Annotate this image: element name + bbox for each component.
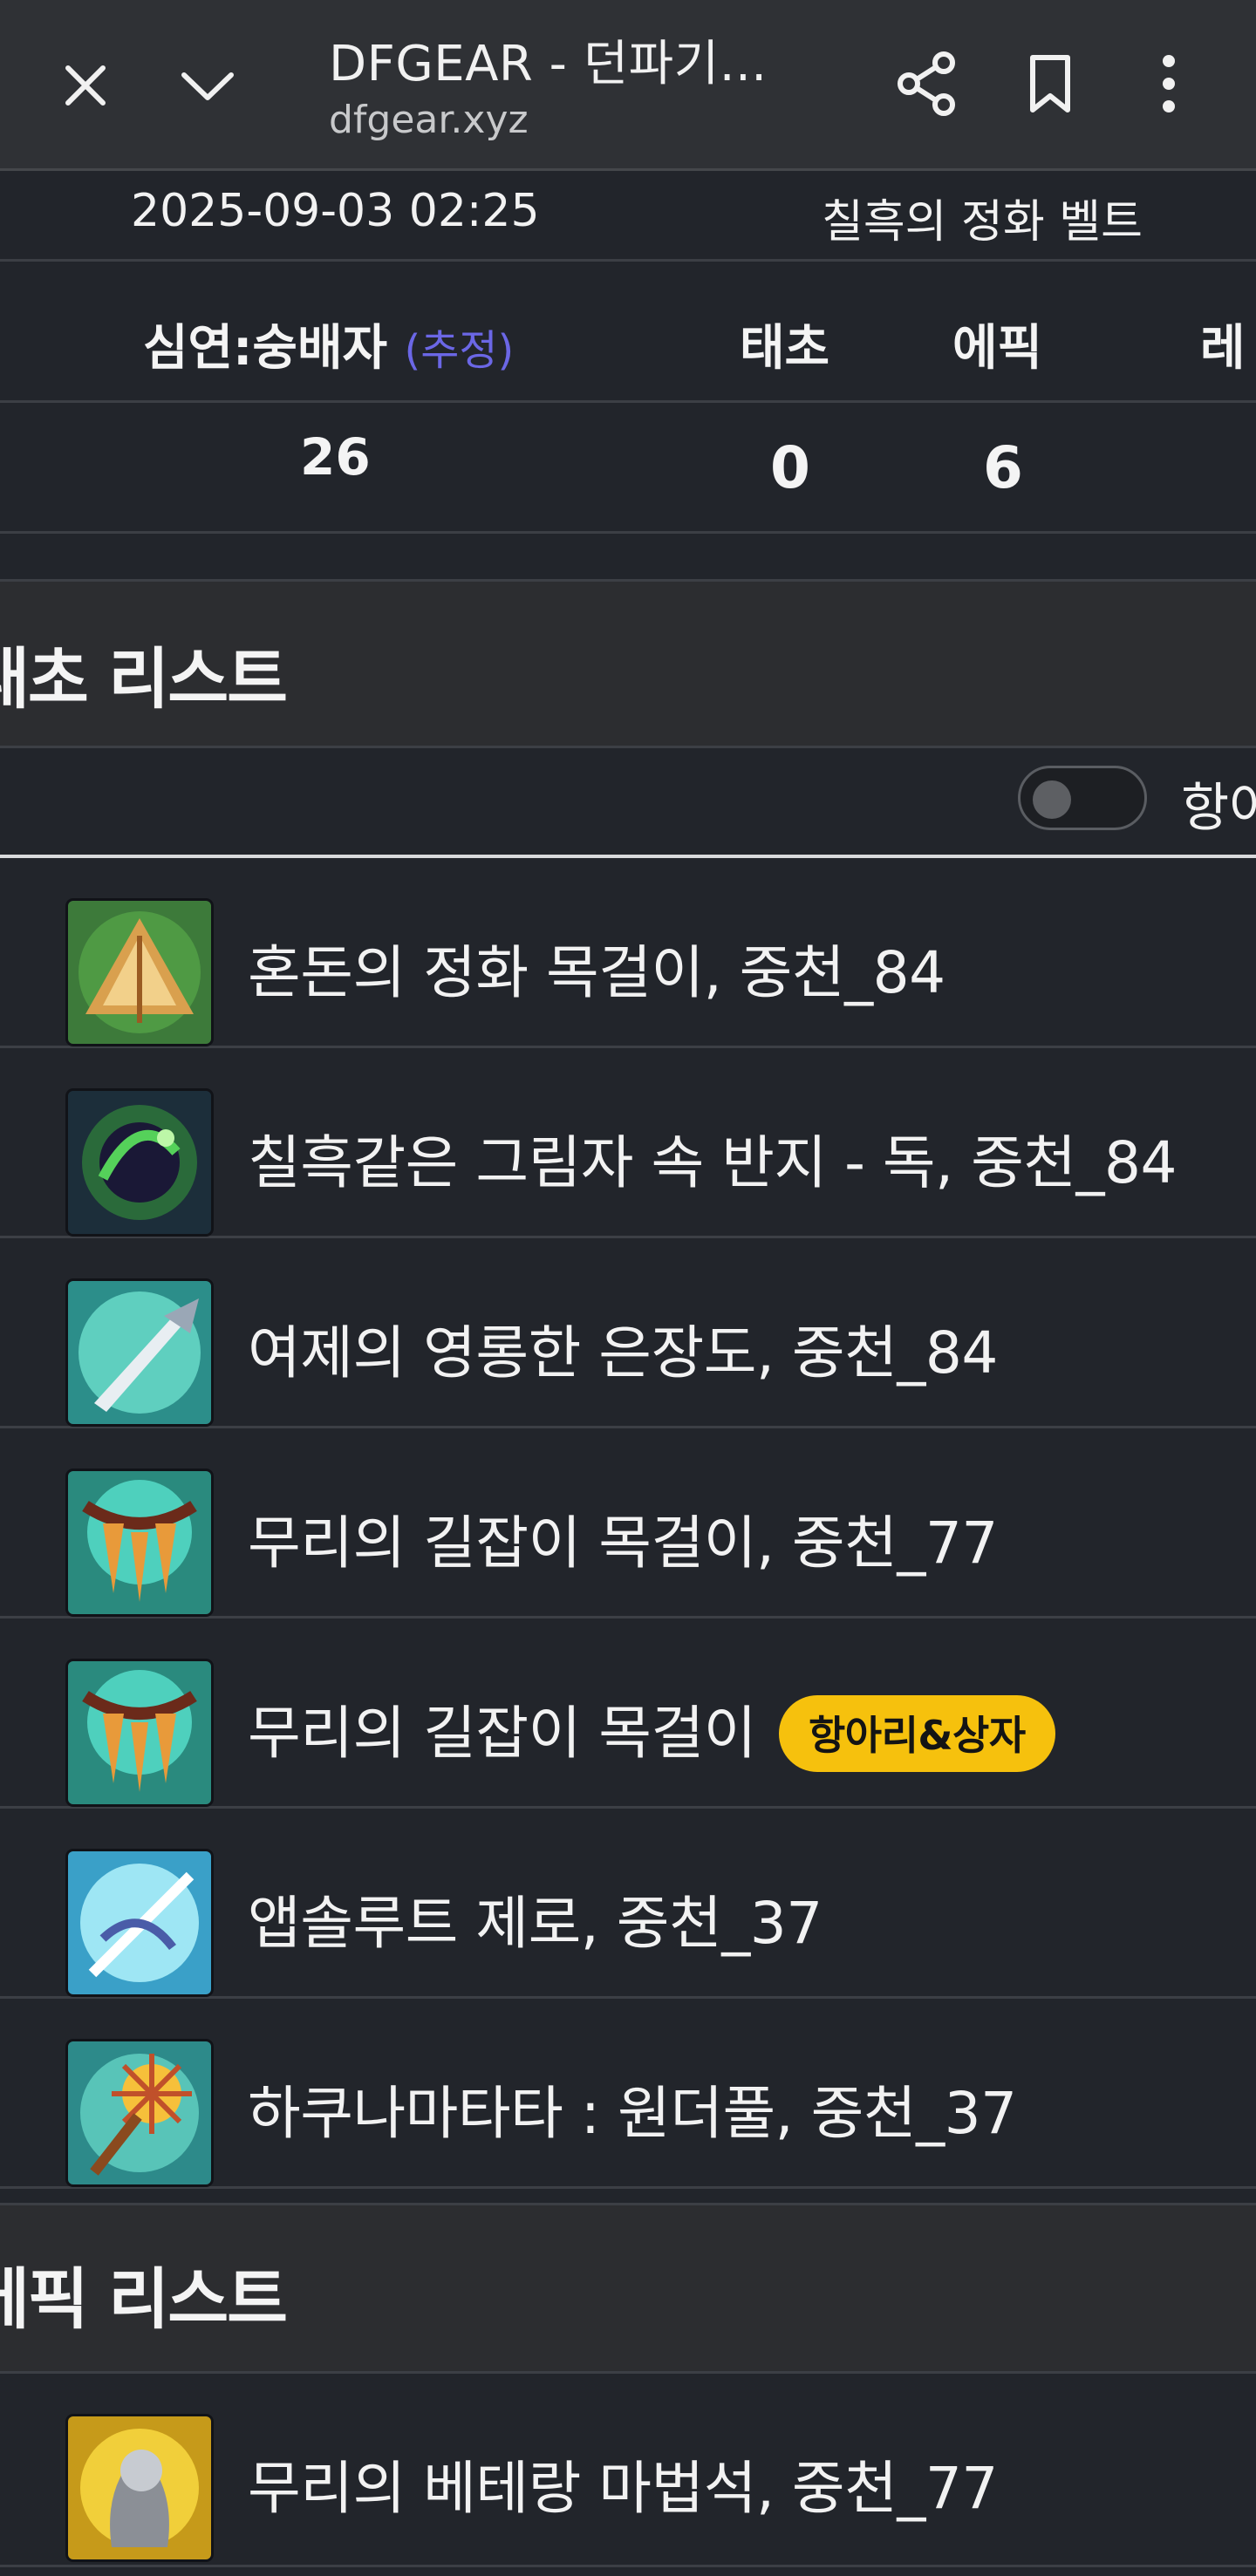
chevron-down-icon[interactable] [167,45,248,126]
summary-date-row: 2025-09-03 02:25 칠흑의 정화 벨트 [0,171,1256,262]
item-icon [68,1091,211,1234]
item-name: 혼돈의 정화 목걸이, 중천_84 [248,939,945,1006]
more-vert-icon[interactable] [1129,44,1209,124]
item-name: 앱솔루트 제로, 중천_37 [248,1890,823,1957]
epic-section-header: 에픽 리스트 [0,2203,1256,2374]
header-taecho: 태초 [740,320,830,377]
jar-filter-toggle[interactable] [1018,766,1147,830]
item-name: 하쿠나마타타 : 원더풀, 중천_37 [248,2080,1017,2147]
section-title: 에픽 리스트 [0,2260,288,2338]
list-item[interactable]: 무리의 길잡이 목걸이, 중천_77 [0,1428,1256,1619]
list-item[interactable]: 칠흑같은 그림자 속 반지 - 독, 중천_84 [0,1048,1256,1238]
item-icon [68,1851,211,1994]
item-icon [68,1471,211,1614]
header-epic: 에픽 [952,320,1043,377]
value-epic: 6 [983,434,1023,501]
item-name: 무리의 베테랑 마법석, 중천_77 [248,2455,998,2522]
list-item[interactable]: 여제의 영롱한 은장도, 중천_84 [0,1238,1256,1428]
section-title: 태초 리스트 [0,640,288,718]
drop-item: 칠흑의 정화 벨트 [822,196,1143,249]
estimate-label: (추정) [404,326,515,375]
item-icon [68,2416,211,2559]
item-icon [68,2041,211,2184]
item-icon [68,1281,211,1424]
list-item[interactable]: 무리의 길잡이 목걸이 항아리&상자 [0,1619,1256,1809]
header-legendary: 레 [1200,320,1246,377]
list-item[interactable]: 혼돈의 정화 목걸이, 중천_84 [0,858,1256,1048]
header-dungeon: 심연:숭배자 (추정) [143,309,514,379]
toggle-label: 항아 [1181,778,1256,839]
summary-value-row: 26 0 6 [0,403,1256,534]
share-icon[interactable] [886,44,966,124]
list-item[interactable]: 앱솔루트 제로, 중천_37 [0,1809,1256,1999]
source-badge: 항아리&상자 [778,1694,1055,1772]
toggle-knob [1033,780,1071,819]
list-item[interactable]: 무리의 베테랑 마법석, 중천_77 [0,2374,1256,2567]
bookmark-icon[interactable] [1010,44,1090,124]
item-name: 무리의 길잡이 목걸이 항아리&상자 [248,1687,1055,1772]
value-dungeon: 26 [300,427,371,487]
item-name: 칠흑같은 그림자 속 반지 - 독, 중천_84 [248,1129,1178,1196]
page-url[interactable]: dfgear.xyz [329,98,529,142]
close-icon[interactable] [45,45,126,126]
header-dungeon-label: 심연:숭배자 [143,320,387,377]
filter-toggle-row: 항아 [0,748,1256,858]
item-icon [68,1661,211,1804]
drop-date: 2025-09-03 02:25 [131,185,540,237]
page-title: DFGEAR - 던파기... [329,36,768,92]
item-name: 여제의 영롱한 은장도, 중천_84 [248,1319,998,1387]
value-taecho: 0 [770,434,810,501]
browser-toolbar: DFGEAR - 던파기... dfgear.xyz [0,0,1256,171]
list-item[interactable]: 하쿠나마타타 : 원더풀, 중천_37 [0,1999,1256,2189]
item-name: 무리의 길잡이 목걸이, 중천_77 [248,1509,998,1577]
item-name-text: 무리의 길잡이 목걸이 [248,1700,756,1767]
item-icon [68,901,211,1044]
summary-header-row: 심연:숭배자 (추정) 태초 에픽 레 [0,262,1256,403]
taecho-section-header: 태초 리스트 [0,579,1256,748]
